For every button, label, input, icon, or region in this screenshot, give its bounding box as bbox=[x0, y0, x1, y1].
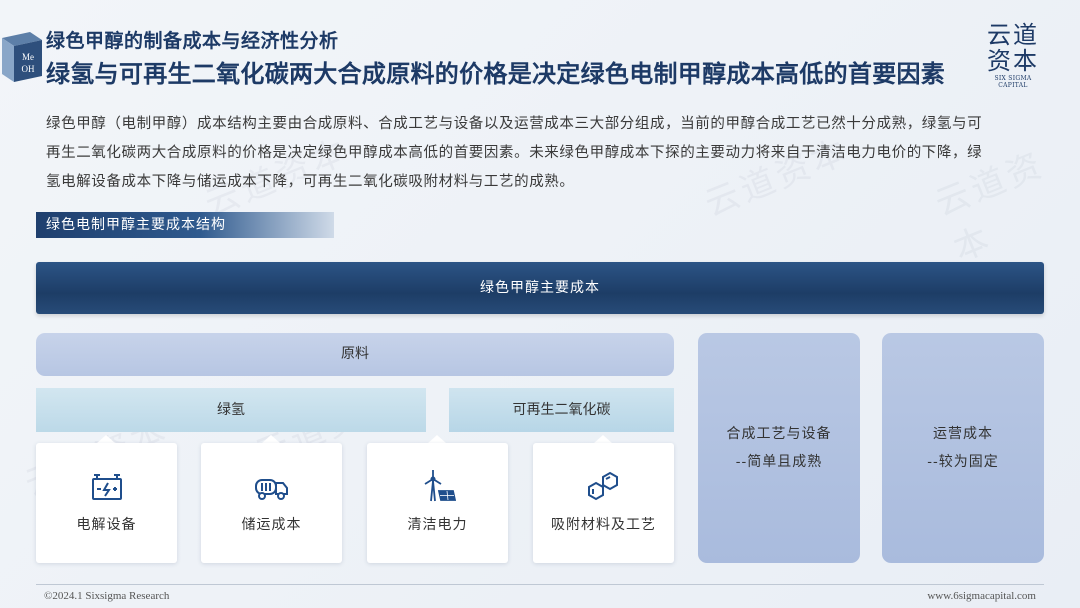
renewable-co2-box: 可再生二氧化碳 bbox=[449, 388, 674, 432]
operation-title: 运营成本 bbox=[933, 426, 993, 442]
page-subtitle: 绿色甲醇的制备成本与经济性分析 bbox=[46, 30, 339, 52]
operation-note: --较为固定 bbox=[927, 454, 999, 470]
card-storage-transport: 储运成本 bbox=[201, 443, 342, 563]
intro-paragraph: 绿色甲醇（电制甲醇）成本结构主要由合成原料、合成工艺与设备以及运营成本三大部分组… bbox=[46, 110, 1036, 197]
card-label: 储运成本 bbox=[241, 517, 302, 533]
tanker-truck-icon bbox=[254, 479, 288, 500]
process-equipment-box: 合成工艺与设备 --简单且成熟 bbox=[698, 333, 860, 563]
page-title: 绿氢与可再生二氧化碳两大合成原料的价格是决定绿色电制甲醇成本高低的首要因素 bbox=[46, 59, 946, 88]
footer-copyright: ©2024.1 Sixsigma Research bbox=[44, 590, 170, 602]
card-adsorption: 吸附材料及工艺 bbox=[533, 443, 674, 563]
process-title: 合成工艺与设备 bbox=[726, 426, 832, 442]
section-tag: 绿色电制甲醇主要成本结构 bbox=[36, 212, 334, 238]
card-notch bbox=[97, 435, 115, 443]
footer-divider bbox=[36, 584, 1044, 585]
card-notch bbox=[262, 435, 280, 443]
paragraph-line: 绿色甲醇（电制甲醇）成本结构主要由合成原料、合成工艺与设备以及运营成本三大部分组… bbox=[46, 116, 983, 132]
cost-banner: 绿色甲醇主要成本 bbox=[36, 262, 1044, 314]
logo-text-bottom: 资本 bbox=[987, 47, 1039, 75]
card-electrolysis: 电解设备 bbox=[36, 443, 177, 563]
card-clean-power: 清洁电力 bbox=[367, 443, 508, 563]
card-notch bbox=[594, 435, 612, 443]
card-label: 电解设备 bbox=[76, 517, 137, 533]
battery-icon bbox=[91, 474, 122, 500]
cube-text-top: Me bbox=[22, 52, 34, 62]
cube-text-bottom: OH bbox=[22, 64, 35, 74]
methanol-cube-icon: Me OH bbox=[2, 32, 42, 82]
logo-text-top: 云道 bbox=[987, 21, 1039, 49]
wind-solar-icon bbox=[424, 470, 456, 502]
card-notch bbox=[428, 435, 446, 443]
card-label: 吸附材料及工艺 bbox=[551, 517, 656, 533]
molecule-icon bbox=[587, 471, 618, 501]
green-hydrogen-box: 绿氢 bbox=[36, 388, 426, 432]
logo-english: SIX SIGMA CAPITAL bbox=[994, 75, 1032, 89]
process-note: --简单且成熟 bbox=[735, 454, 823, 470]
paragraph-line: 再生二氧化碳两大合成原料的价格是决定绿色甲醇成本高低的首要因素。未来绿色甲醇成本… bbox=[46, 145, 983, 161]
card-label: 清洁电力 bbox=[407, 517, 468, 533]
operation-cost-box: 运营成本 --较为固定 bbox=[882, 333, 1044, 563]
paragraph-line: 氢电解设备成本下降与储运成本下降，可再生二氧化碳吸附材料与工艺的成熟。 bbox=[46, 174, 575, 190]
company-logo: 云道 资本 SIX SIGMA CAPITAL bbox=[982, 22, 1044, 89]
footer-website[interactable]: www.6sigmacapital.com bbox=[927, 590, 1036, 602]
raw-material-box: 原料 bbox=[36, 333, 674, 376]
